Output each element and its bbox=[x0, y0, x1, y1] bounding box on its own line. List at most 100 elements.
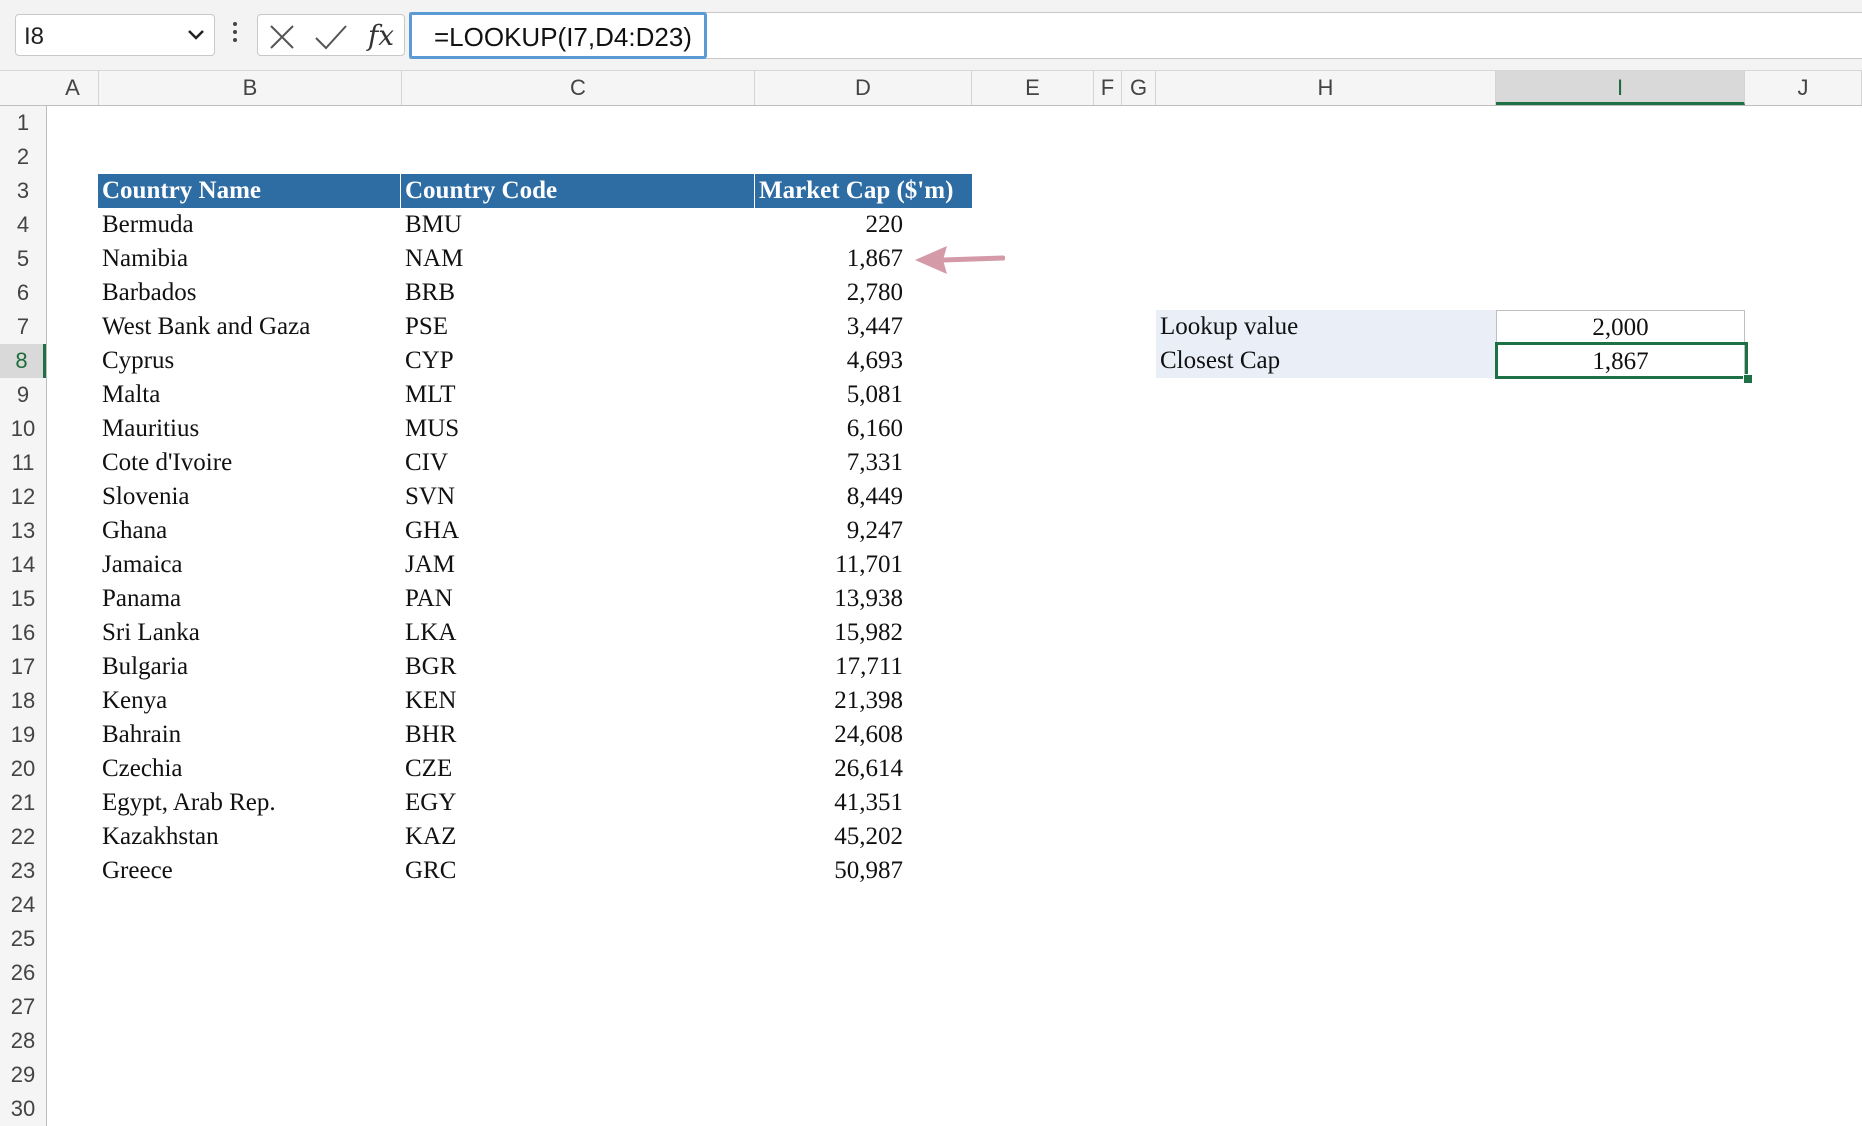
country-code-cell[interactable]: PSE bbox=[401, 310, 755, 344]
market-cap-cell[interactable]: 41,351 bbox=[755, 786, 903, 820]
lookup-value-label[interactable]: Lookup value bbox=[1156, 310, 1496, 344]
country-name-cell[interactable]: Kazakhstan bbox=[98, 820, 401, 854]
market-cap-cell[interactable]: 5,081 bbox=[755, 378, 903, 412]
country-name-cell[interactable]: Namibia bbox=[98, 242, 401, 276]
row-header[interactable]: 1 bbox=[0, 106, 46, 140]
country-name-cell[interactable]: Cyprus bbox=[98, 344, 401, 378]
country-name-cell[interactable]: Kenya bbox=[98, 684, 401, 718]
row-header[interactable]: 25 bbox=[0, 922, 46, 956]
row-header[interactable]: 16 bbox=[0, 616, 46, 650]
country-code-cell[interactable]: KAZ bbox=[401, 820, 755, 854]
formula-input[interactable]: =LOOKUP(I7,D4:D23) bbox=[409, 12, 1862, 59]
country-name-cell[interactable]: Malta bbox=[98, 378, 401, 412]
row-header[interactable]: 28 bbox=[0, 1024, 46, 1058]
country-code-cell[interactable]: BMU bbox=[401, 208, 755, 242]
row-header[interactable]: 15 bbox=[0, 582, 46, 616]
table-header-country-code[interactable]: Country Code bbox=[401, 174, 755, 208]
column-header-j[interactable]: J bbox=[1745, 71, 1862, 105]
market-cap-cell[interactable]: 1,867 bbox=[755, 242, 903, 276]
market-cap-cell[interactable]: 9,247 bbox=[755, 514, 903, 548]
row-header[interactable]: 27 bbox=[0, 990, 46, 1024]
row-header[interactable]: 21 bbox=[0, 786, 46, 820]
country-code-cell[interactable]: EGY bbox=[401, 786, 755, 820]
market-cap-cell[interactable]: 21,398 bbox=[755, 684, 903, 718]
country-code-cell[interactable]: GRC bbox=[401, 854, 755, 888]
column-header-b[interactable]: B bbox=[99, 71, 402, 105]
row-header[interactable]: 30 bbox=[0, 1092, 46, 1126]
column-header-g[interactable]: G bbox=[1122, 71, 1156, 105]
market-cap-cell[interactable]: 2,780 bbox=[755, 276, 903, 310]
market-cap-cell[interactable]: 50,987 bbox=[755, 854, 903, 888]
table-header-country-name[interactable]: Country Name bbox=[98, 174, 401, 208]
name-box[interactable]: I8 bbox=[15, 14, 215, 56]
country-name-cell[interactable]: Bulgaria bbox=[98, 650, 401, 684]
country-name-cell[interactable]: Greece bbox=[98, 854, 401, 888]
market-cap-cell[interactable]: 7,331 bbox=[755, 446, 903, 480]
row-header[interactable]: 14 bbox=[0, 548, 46, 582]
country-name-cell[interactable]: Panama bbox=[98, 582, 401, 616]
row-header[interactable]: 26 bbox=[0, 956, 46, 990]
country-name-cell[interactable]: Bermuda bbox=[98, 208, 401, 242]
country-code-cell[interactable]: BHR bbox=[401, 718, 755, 752]
country-name-cell[interactable]: Jamaica bbox=[98, 548, 401, 582]
country-code-cell[interactable]: SVN bbox=[401, 480, 755, 514]
country-code-cell[interactable]: LKA bbox=[401, 616, 755, 650]
row-header[interactable]: 11 bbox=[0, 446, 46, 480]
row-header[interactable]: 9 bbox=[0, 378, 46, 412]
row-header[interactable]: 2 bbox=[0, 140, 46, 174]
country-code-cell[interactable]: MUS bbox=[401, 412, 755, 446]
market-cap-cell[interactable]: 8,449 bbox=[755, 480, 903, 514]
column-header-c[interactable]: C bbox=[402, 71, 755, 105]
country-code-cell[interactable]: PAN bbox=[401, 582, 755, 616]
row-header[interactable]: 22 bbox=[0, 820, 46, 854]
column-header-a[interactable]: A bbox=[47, 71, 99, 105]
row-header[interactable]: 7 bbox=[0, 310, 46, 344]
country-code-cell[interactable]: NAM bbox=[401, 242, 755, 276]
country-name-cell[interactable]: Czechia bbox=[98, 752, 401, 786]
country-name-cell[interactable]: Ghana bbox=[98, 514, 401, 548]
column-header-d[interactable]: D bbox=[755, 71, 972, 105]
row-header[interactable]: 10 bbox=[0, 412, 46, 446]
cancel-icon[interactable] bbox=[268, 23, 296, 51]
market-cap-cell[interactable]: 3,447 bbox=[755, 310, 903, 344]
lookup-value-cell[interactable]: 2,000 bbox=[1496, 310, 1745, 344]
closest-cap-label[interactable]: Closest Cap bbox=[1156, 344, 1496, 378]
row-header[interactable]: 3 bbox=[0, 174, 46, 208]
country-name-cell[interactable]: West Bank and Gaza bbox=[98, 310, 401, 344]
country-name-cell[interactable]: Sri Lanka bbox=[98, 616, 401, 650]
country-name-cell[interactable]: Egypt, Arab Rep. bbox=[98, 786, 401, 820]
column-header-f[interactable]: F bbox=[1094, 71, 1122, 105]
row-header[interactable]: 18 bbox=[0, 684, 46, 718]
row-header[interactable]: 6 bbox=[0, 276, 46, 310]
country-code-cell[interactable]: BRB bbox=[401, 276, 755, 310]
chevron-down-icon[interactable] bbox=[186, 28, 206, 42]
country-code-cell[interactable]: MLT bbox=[401, 378, 755, 412]
row-header-active[interactable]: 8 bbox=[0, 344, 46, 378]
country-code-cell[interactable]: CIV bbox=[401, 446, 755, 480]
country-code-cell[interactable]: KEN bbox=[401, 684, 755, 718]
row-header[interactable]: 12 bbox=[0, 480, 46, 514]
market-cap-cell[interactable]: 45,202 bbox=[755, 820, 903, 854]
country-name-cell[interactable]: Mauritius bbox=[98, 412, 401, 446]
row-header[interactable]: 5 bbox=[0, 242, 46, 276]
country-name-cell[interactable]: Cote d'Ivoire bbox=[98, 446, 401, 480]
fill-handle[interactable] bbox=[1743, 374, 1753, 384]
column-header-h[interactable]: H bbox=[1156, 71, 1496, 105]
market-cap-cell[interactable]: 24,608 bbox=[755, 718, 903, 752]
market-cap-cell[interactable]: 11,701 bbox=[755, 548, 903, 582]
row-header[interactable]: 17 bbox=[0, 650, 46, 684]
row-header[interactable]: 13 bbox=[0, 514, 46, 548]
market-cap-cell[interactable]: 26,614 bbox=[755, 752, 903, 786]
column-header-e[interactable]: E bbox=[972, 71, 1094, 105]
row-header[interactable]: 20 bbox=[0, 752, 46, 786]
country-name-cell[interactable]: Slovenia bbox=[98, 480, 401, 514]
row-header[interactable]: 23 bbox=[0, 854, 46, 888]
country-code-cell[interactable]: CZE bbox=[401, 752, 755, 786]
country-code-cell[interactable]: GHA bbox=[401, 514, 755, 548]
country-name-cell[interactable]: Bahrain bbox=[98, 718, 401, 752]
more-options-icon[interactable] bbox=[232, 22, 238, 48]
country-name-cell[interactable]: Barbados bbox=[98, 276, 401, 310]
insert-function-button[interactable]: fx bbox=[363, 18, 399, 54]
row-header[interactable]: 4 bbox=[0, 208, 46, 242]
country-code-cell[interactable]: BGR bbox=[401, 650, 755, 684]
